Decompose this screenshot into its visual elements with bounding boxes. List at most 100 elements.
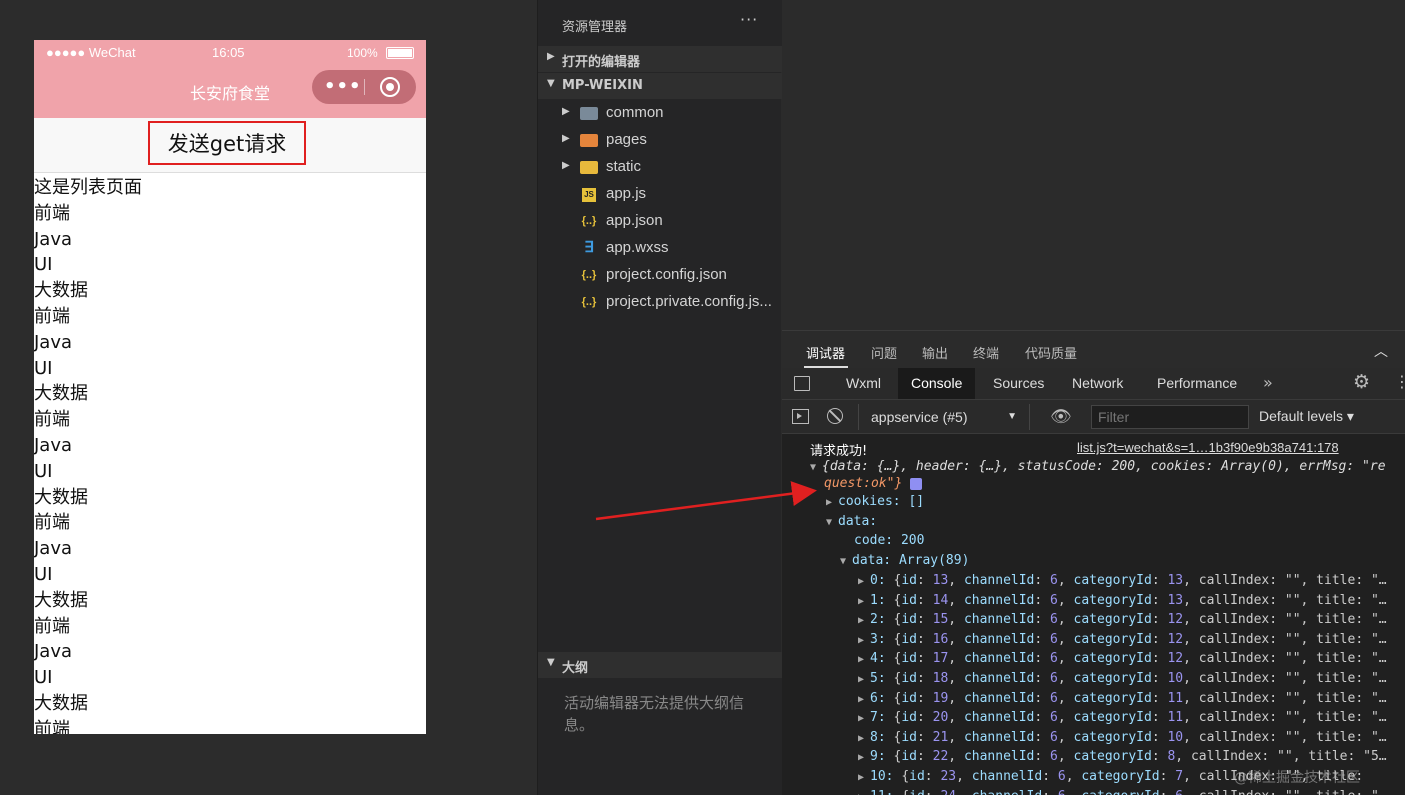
list-item: 前端 — [34, 202, 70, 224]
wxss-file-icon: ∃ — [584, 239, 594, 256]
battery-percent: 100% — [347, 46, 378, 60]
explorer-title: 资源管理器 — [562, 20, 628, 35]
file-tree-item[interactable]: {..} project.config.json — [538, 262, 782, 289]
file-tree-item[interactable]: ∃ app.wxss — [538, 235, 782, 262]
open-editors-section[interactable]: ▶ 打开的编辑器 — [538, 46, 782, 72]
debugger-tabs: 调试器 问题 输出 终端 代码质量 ︿ — [782, 330, 1405, 368]
explorer-panel: 资源管理器 ··· ▶ 打开的编辑器 ▼ MP-WEIXIN ▶ common ▶ p… — [537, 0, 782, 795]
clear-console-icon[interactable] — [827, 408, 843, 424]
list-item: 大数据 — [34, 692, 88, 714]
array-text: data: Array(89) — [852, 553, 970, 568]
expanded-triangle-icon: ▼ — [826, 517, 833, 528]
console-toolbar: appservice (#5) ▼ 👁 Default levels ▾ — [782, 400, 1405, 434]
file-name: app.json — [606, 212, 663, 229]
file-tree-item[interactable]: JS app.js — [538, 181, 782, 208]
nav-bar: 长安府食堂 ••• — [34, 66, 426, 118]
array-item-row[interactable]: ▶ 3: {id: 16, channelId: 6, categoryId: 1… — [858, 630, 1387, 649]
inspect-element-icon[interactable] — [794, 376, 810, 391]
array-item-row[interactable]: ▶ 1: {id: 14, channelId: 6, categoryId: 1… — [858, 591, 1387, 610]
project-section[interactable]: ▼ MP-WEIXIN — [538, 73, 782, 99]
send-get-request-button[interactable]: 发送get请求 — [148, 121, 306, 165]
carrier-label: ●●●●● WeChat — [46, 45, 136, 60]
array-item-row[interactable]: ▶ 5: {id: 18, channelId: 6, categoryId: 1… — [858, 669, 1387, 688]
phone-screen: ●●●●● WeChat 16:05 100% 长安府食堂 ••• 发送get请… — [34, 40, 426, 734]
simulator-area: ●●●●● WeChat 16:05 100% 长安府食堂 ••• 发送get请… — [0, 0, 537, 795]
list-items: 前端 Java UI 大数据 前端 Java UI 大数据 前端 Java UI 大数据 前端 Java U… — [34, 201, 426, 734]
file-tree-item[interactable]: ▶ static — [538, 154, 782, 181]
array-item-row[interactable]: ▶ 2: {id: 15, channelId: 6, categoryId: 1… — [858, 610, 1387, 629]
tab-output[interactable]: 输出 — [922, 343, 948, 362]
list-item: Java — [34, 641, 73, 663]
json-file-icon: {..} — [581, 215, 597, 227]
array-row[interactable]: ▼ data: Array(89) — [840, 551, 969, 570]
list-item: UI — [34, 357, 53, 379]
file-name: app.js — [606, 185, 647, 202]
filter-input[interactable] — [1091, 405, 1249, 429]
more-dots-icon[interactable]: ••• — [324, 76, 362, 97]
folder-pages-icon — [580, 134, 598, 147]
file-tree-item[interactable]: ▶ pages — [538, 127, 782, 154]
chevron-down-icon: ▼ — [547, 657, 555, 668]
object-summary-line2: quest:ok"} — [824, 476, 903, 491]
array-item-row[interactable]: ▶11: {id: 24, channelId: 6, categoryId: … — [858, 787, 1387, 795]
context-select[interactable]: appservice (#5) ▼ — [858, 404, 1030, 430]
tab-problems[interactable]: 问题 — [871, 343, 897, 362]
array-item-row[interactable]: ▶ 7: {id: 20, channelId: 6, categoryId: 1… — [858, 708, 1387, 727]
console-output: 请求成功! list.js?t=wechat&s=1…1b3f90e9b38a7… — [782, 435, 1405, 795]
tab-terminal[interactable]: 终端 — [973, 343, 999, 362]
list-item: 前端 — [34, 409, 70, 431]
outline-section[interactable]: ▼ 大纲 — [538, 652, 782, 678]
tab-network[interactable]: Network — [1059, 368, 1136, 399]
gear-icon[interactable]: ⚙ — [1353, 371, 1370, 393]
list-item: Java — [34, 434, 73, 456]
tab-wxml[interactable]: Wxml — [833, 368, 894, 399]
file-name: project.config.json — [606, 266, 727, 283]
log-levels-label: Default levels — [1259, 408, 1344, 424]
eye-icon[interactable]: 👁 — [1050, 407, 1072, 427]
file-name: pages — [606, 131, 647, 148]
info-icon[interactable] — [910, 477, 923, 490]
folder-icon — [580, 107, 598, 120]
json-file-icon: {..} — [581, 269, 597, 281]
sidebar-toggle-icon[interactable] — [792, 409, 809, 424]
chevron-right-icon: ▶ — [562, 106, 570, 117]
array-item-row[interactable]: ▶ 6: {id: 19, channelId: 6, categoryId: 1… — [858, 689, 1387, 708]
tab-code-quality[interactable]: 代码质量 — [1025, 343, 1077, 362]
cookies-text: cookies: [] — [838, 494, 925, 509]
caret-down-icon: ▼ — [1007, 411, 1017, 422]
file-tree-item[interactable]: ▶ common — [538, 100, 782, 127]
file-tree-item[interactable]: {..} project.private.config.js... — [538, 289, 782, 316]
list-item: UI — [34, 667, 53, 689]
log-levels-select[interactable]: Default levels ▾ — [1259, 408, 1354, 425]
array-item-row[interactable]: ▶ 9: {id: 22, channelId: 6, categoryId: 8… — [858, 747, 1387, 766]
array-item-row[interactable]: ▶ 4: {id: 17, channelId: 6, categoryId: 1… — [858, 649, 1387, 668]
outline-label: 大纲 — [562, 661, 589, 676]
cookies-row[interactable]: ▶ cookies: [] — [826, 492, 924, 511]
array-item-row[interactable]: ▶ 0: {id: 13, channelId: 6, categoryId: 1… — [858, 571, 1387, 590]
array-item-row[interactable]: ▶ 8: {id: 21, channelId: 6, categoryId: 1… — [858, 728, 1387, 747]
status-bar: ●●●●● WeChat 16:05 100% — [34, 40, 426, 66]
more-actions-icon[interactable]: ··· — [740, 10, 758, 29]
close-miniprogram-icon[interactable] — [380, 77, 400, 97]
file-name: app.wxss — [606, 239, 669, 256]
devtools-tabs: Wxml Console Sources Network Performance… — [782, 368, 1405, 400]
source-link[interactable]: list.js?t=wechat&s=1…1b3f90e9b38a741:178 — [1077, 440, 1339, 455]
battery-icon — [386, 47, 414, 59]
code-text: code: 200 — [854, 533, 925, 548]
collapse-icon[interactable]: ︿ — [1374, 341, 1388, 361]
tab-sources[interactable]: Sources — [980, 368, 1057, 399]
data-row[interactable]: ▼ data: — [826, 512, 877, 531]
tab-debugger[interactable]: 调试器 — [806, 343, 845, 362]
json-file-icon: {..} — [581, 296, 597, 308]
expanded-triangle-icon: ▼ — [840, 556, 847, 567]
tab-console[interactable]: Console — [898, 368, 976, 399]
more-tabs-icon[interactable]: » — [1263, 373, 1273, 392]
capsule-menu[interactable]: ••• — [312, 70, 416, 104]
list-item: 大数据 — [34, 383, 88, 405]
file-tree-item[interactable]: {..} app.json — [538, 208, 782, 235]
kebab-menu-icon[interactable]: ⋮ — [1394, 372, 1405, 391]
tab-performance[interactable]: Performance — [1144, 368, 1250, 399]
watermark: @稀土掘金技术社区 — [1234, 770, 1360, 786]
chevron-right-icon: ▶ — [562, 160, 570, 171]
list-item: 前端 — [34, 305, 70, 327]
